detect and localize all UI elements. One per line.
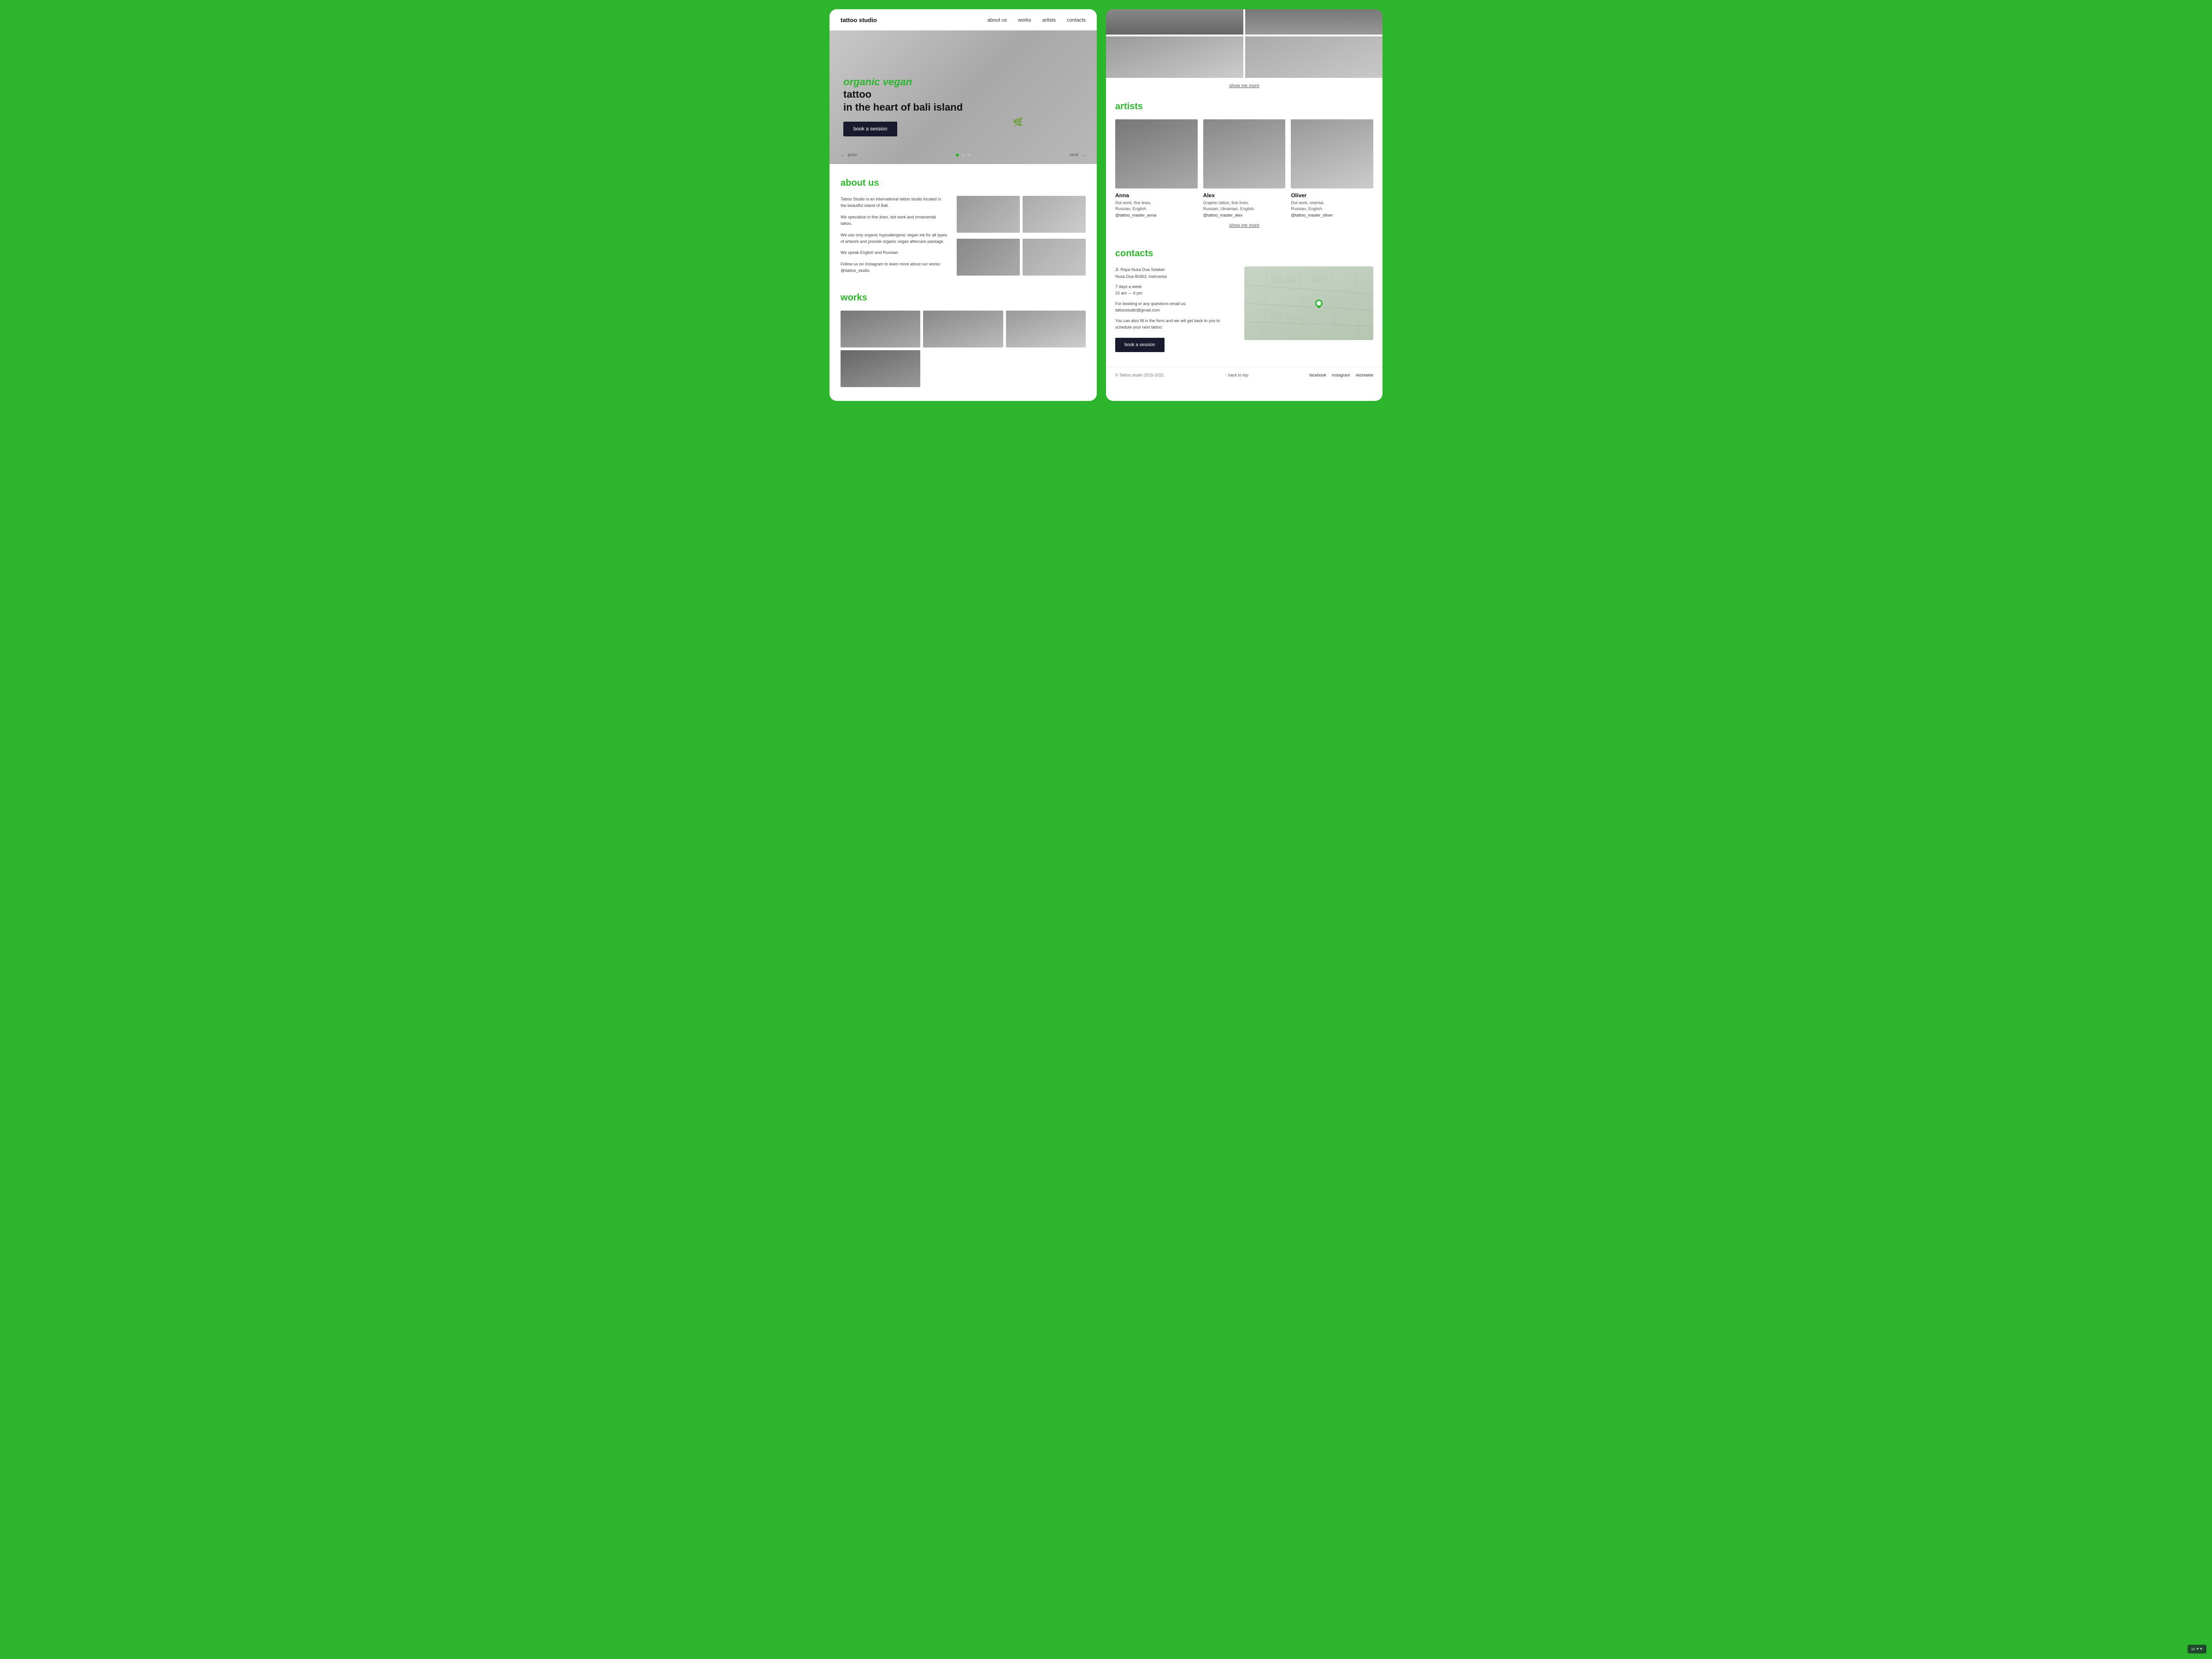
footer-vkontakte-link[interactable]: vkontakte <box>1355 373 1373 377</box>
nav-item-about[interactable]: about us <box>988 16 1007 24</box>
artist-handle-anna: @tattoo_master_anna <box>1115 213 1198 218</box>
artists-section: artists Anna Dot work, fine lines. Russi… <box>1106 94 1382 241</box>
contacts-cta-button[interactable]: book a session <box>1115 338 1165 352</box>
artist-handle-alex: @tattoo_master_alex <box>1203 213 1286 218</box>
contacts-section: contacts Jl. Raya Nusa Dua Selatan Nusa … <box>1106 241 1382 359</box>
works-mid-images <box>1106 36 1382 78</box>
map-grid-lines <box>1244 266 1373 340</box>
work-image-4 <box>841 350 920 387</box>
hero-cta-button[interactable]: book a session <box>843 122 897 136</box>
hero-section: organic vegan tattootattoo in the heart … <box>830 30 1097 164</box>
about-para-2: We specialize in fine lines, dot work an… <box>841 214 947 227</box>
footer: © Tattoo studio 2015-2021 ↑ back to top … <box>1106 367 1382 377</box>
works-top-images <box>1106 9 1382 35</box>
nav-item-artists[interactable]: artists <box>1042 16 1056 24</box>
contacts-map <box>1244 266 1373 340</box>
ui-badge: ui ✦✦ <box>2188 1645 2206 1653</box>
works-title: works <box>841 293 1086 303</box>
contacts-title: contacts <box>1115 248 1373 259</box>
hero-content: organic vegan tattootattoo in the heart … <box>843 76 963 136</box>
hero-dots <box>956 153 971 157</box>
nav-link-about[interactable]: about us <box>988 18 1007 23</box>
navbar: tattoo studio about us works artists con… <box>830 9 1097 30</box>
works-top-image-2 <box>1245 9 1382 35</box>
footer-social-links: facebook instagram vkontakte <box>1309 373 1373 377</box>
works-section: works <box>830 293 1097 401</box>
footer-copyright: © Tattoo studio 2015-2021 <box>1115 373 1164 377</box>
artist-name-oliver: Oliver <box>1291 192 1373 199</box>
works-top-image-1 <box>1106 9 1243 35</box>
artist-handle-oliver: @tattoo_master_oliver <box>1291 213 1373 218</box>
artists-show-more-link[interactable]: show me more <box>1115 218 1373 234</box>
hero-prev-button[interactable]: prev <box>841 153 857 158</box>
about-para-3: We use only organic hypoallergenic vegan… <box>841 232 947 245</box>
footer-back-to-top[interactable]: ↑ back to top <box>1225 373 1248 377</box>
about-para-4: We speak English and Russian. <box>841 249 947 256</box>
artist-desc-anna: Dot work, fine lines. Russian, English. <box>1115 200 1198 212</box>
artist-photo-oliver <box>1291 119 1373 188</box>
about-images-grid <box>957 196 1086 279</box>
about-section: about us Tattoo Studio is an internation… <box>830 164 1097 293</box>
about-para-5: Follow us on Instagram to learn more abo… <box>841 261 947 274</box>
nav-link-contacts[interactable]: contacts <box>1067 18 1086 23</box>
about-image-4 <box>1023 239 1086 276</box>
hero-dot-3[interactable] <box>968 153 971 157</box>
artist-card-anna: Anna Dot work, fine lines. Russian, Engl… <box>1115 119 1198 218</box>
artist-name-anna: Anna <box>1115 192 1198 199</box>
hero-title-green: organic vegan <box>843 76 963 88</box>
works-mid-image-1 <box>1106 36 1243 78</box>
artists-grid: Anna Dot work, fine lines. Russian, Engl… <box>1115 119 1373 218</box>
hero-dot-1[interactable] <box>956 153 959 157</box>
about-title: about us <box>841 178 1086 188</box>
about-image-1 <box>957 196 1020 233</box>
artist-card-oliver: Oliver Dot work, oriental. Russian, Engl… <box>1291 119 1373 218</box>
hero-navigation: prev next <box>830 153 1097 158</box>
contacts-address: Jl. Raya Nusa Dua Selatan Nusa Dua 80363… <box>1115 266 1235 280</box>
leaf-decoration-icon: 🌿 <box>1013 118 1023 127</box>
hero-next-button[interactable]: next <box>1070 153 1086 158</box>
work-image-2 <box>923 311 1003 347</box>
contacts-form-text: You can also fill in the form and we wil… <box>1115 318 1235 331</box>
artists-title: artists <box>1115 101 1373 112</box>
contacts-info: Jl. Raya Nusa Dua Selatan Nusa Dua 80363… <box>1115 266 1235 352</box>
artist-photo-anna <box>1115 119 1198 188</box>
contacts-hours: 7 days a week 10 am — 6 pm <box>1115 283 1235 297</box>
page-container: tattoo studio about us works artists con… <box>830 9 1382 401</box>
nav-link-artists[interactable]: artists <box>1042 18 1056 23</box>
about-content: Tattoo Studio is an international tattoo… <box>841 196 1086 279</box>
artist-desc-oliver: Dot work, oriental. Russian, English. <box>1291 200 1373 212</box>
nav-item-contacts[interactable]: contacts <box>1067 16 1086 24</box>
about-image-3 <box>957 239 1020 276</box>
footer-facebook-link[interactable]: facebook <box>1309 373 1326 377</box>
left-panel: tattoo studio about us works artists con… <box>830 9 1097 401</box>
work-image-3 <box>1006 311 1086 347</box>
brand-name: tattoo studio <box>841 17 877 24</box>
nav-links: about us works artists contacts <box>988 16 1086 24</box>
about-para-1: Tattoo Studio is an international tattoo… <box>841 196 947 209</box>
works-grid <box>841 311 1086 387</box>
hero-title-black: tattootattoo in the heart of bali island… <box>843 88 963 114</box>
works-mid-image-2 <box>1245 36 1382 78</box>
artist-card-alex: Alex Graphic tattoo, fine lines. Russian… <box>1203 119 1286 218</box>
right-panel: show me more artists Anna Dot work, fine… <box>1106 9 1382 401</box>
artist-name-alex: Alex <box>1203 192 1286 199</box>
artist-photo-alex <box>1203 119 1286 188</box>
artist-desc-alex: Graphic tattoo, fine lines. Russian, Ukr… <box>1203 200 1286 212</box>
contacts-content: Jl. Raya Nusa Dua Selatan Nusa Dua 80363… <box>1115 266 1373 352</box>
nav-link-works[interactable]: works <box>1018 18 1031 23</box>
hero-dot-2[interactable] <box>962 153 965 157</box>
footer-instagram-link[interactable]: instagram <box>1332 373 1350 377</box>
nav-item-works[interactable]: works <box>1018 16 1031 24</box>
contacts-email: For booking or any questions email us: t… <box>1115 300 1235 314</box>
about-image-2 <box>1023 196 1086 233</box>
work-image-1 <box>841 311 920 347</box>
about-text: Tattoo Studio is an international tattoo… <box>841 196 947 279</box>
works-show-more-link[interactable]: show me more <box>1106 78 1382 94</box>
